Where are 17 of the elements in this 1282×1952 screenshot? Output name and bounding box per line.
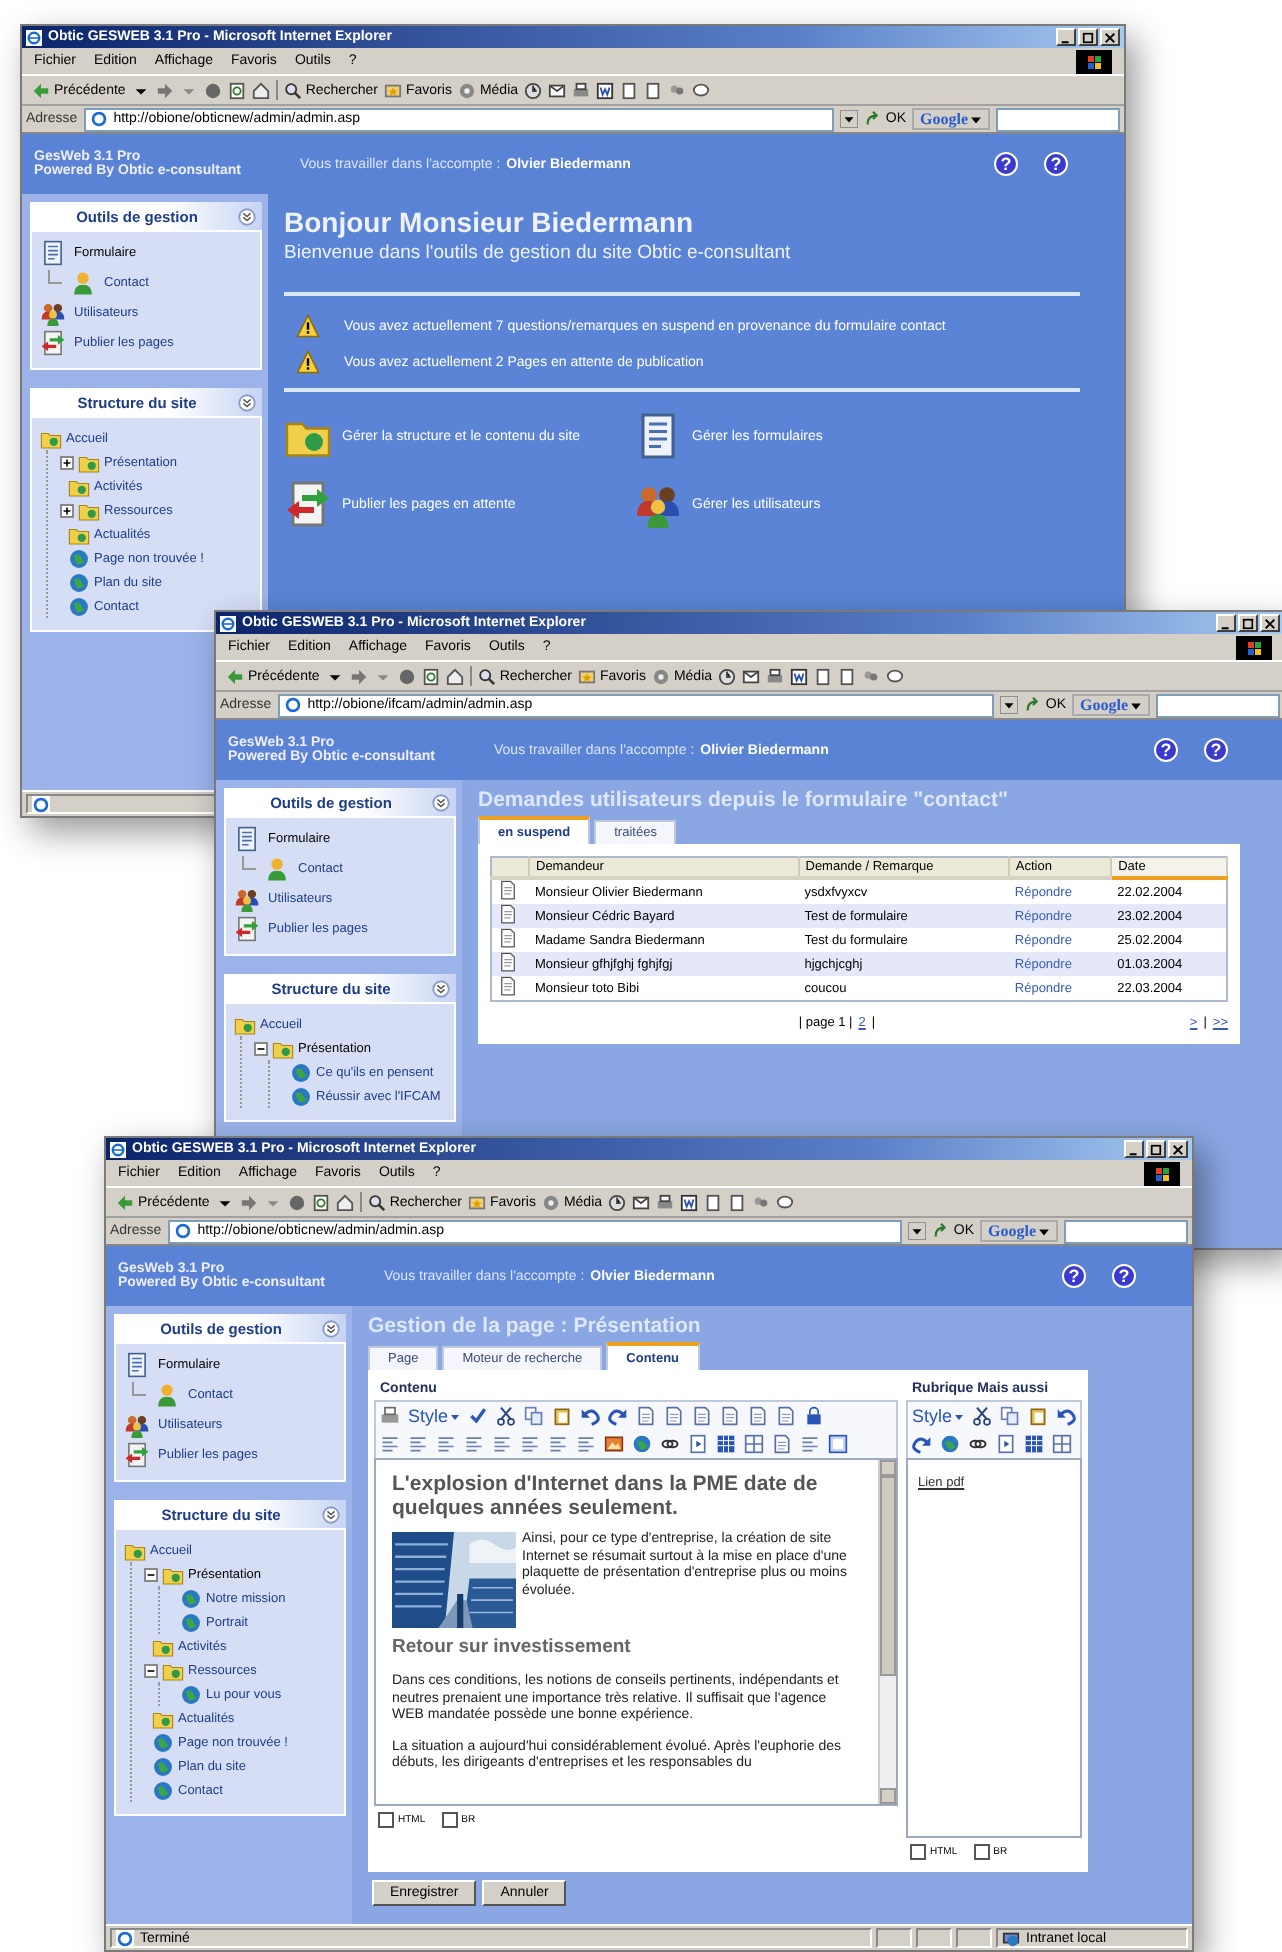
greeting-title: Bonjour Monsieur Biedermann (284, 206, 696, 238)
page-title: Demandes utilisateurs depuis le formulaire "contact" (478, 788, 1010, 812)
help-button[interactable]: ? (1062, 1264, 1086, 1288)
style-dropdown[interactable]: Style (911, 1406, 964, 1426)
help-button[interactable]: ? (1044, 152, 1068, 176)
help-button[interactable]: ? (1112, 1264, 1136, 1288)
style-dropdown[interactable]: Style (408, 1406, 461, 1426)
search-engine-button[interactable]: Google (912, 108, 990, 130)
search-engine-button[interactable]: Google (980, 1220, 1058, 1242)
welcome-text: Bienvenue dans l'outils de gestion du site Obtic e-consultant (284, 242, 793, 264)
search-engine-button[interactable]: Google (1072, 694, 1150, 716)
article-subheading: Retour sur investissement (392, 1636, 633, 1658)
help-button[interactable]: ? (1154, 738, 1178, 762)
help-button[interactable]: ? (994, 152, 1018, 176)
article-heading: L'explosion d'Internet dans la PME date de quelques années seulement. (392, 1472, 820, 1520)
page-title: Gestion de la page : Présentation (368, 1314, 703, 1338)
help-button[interactable]: ? (1204, 738, 1228, 762)
